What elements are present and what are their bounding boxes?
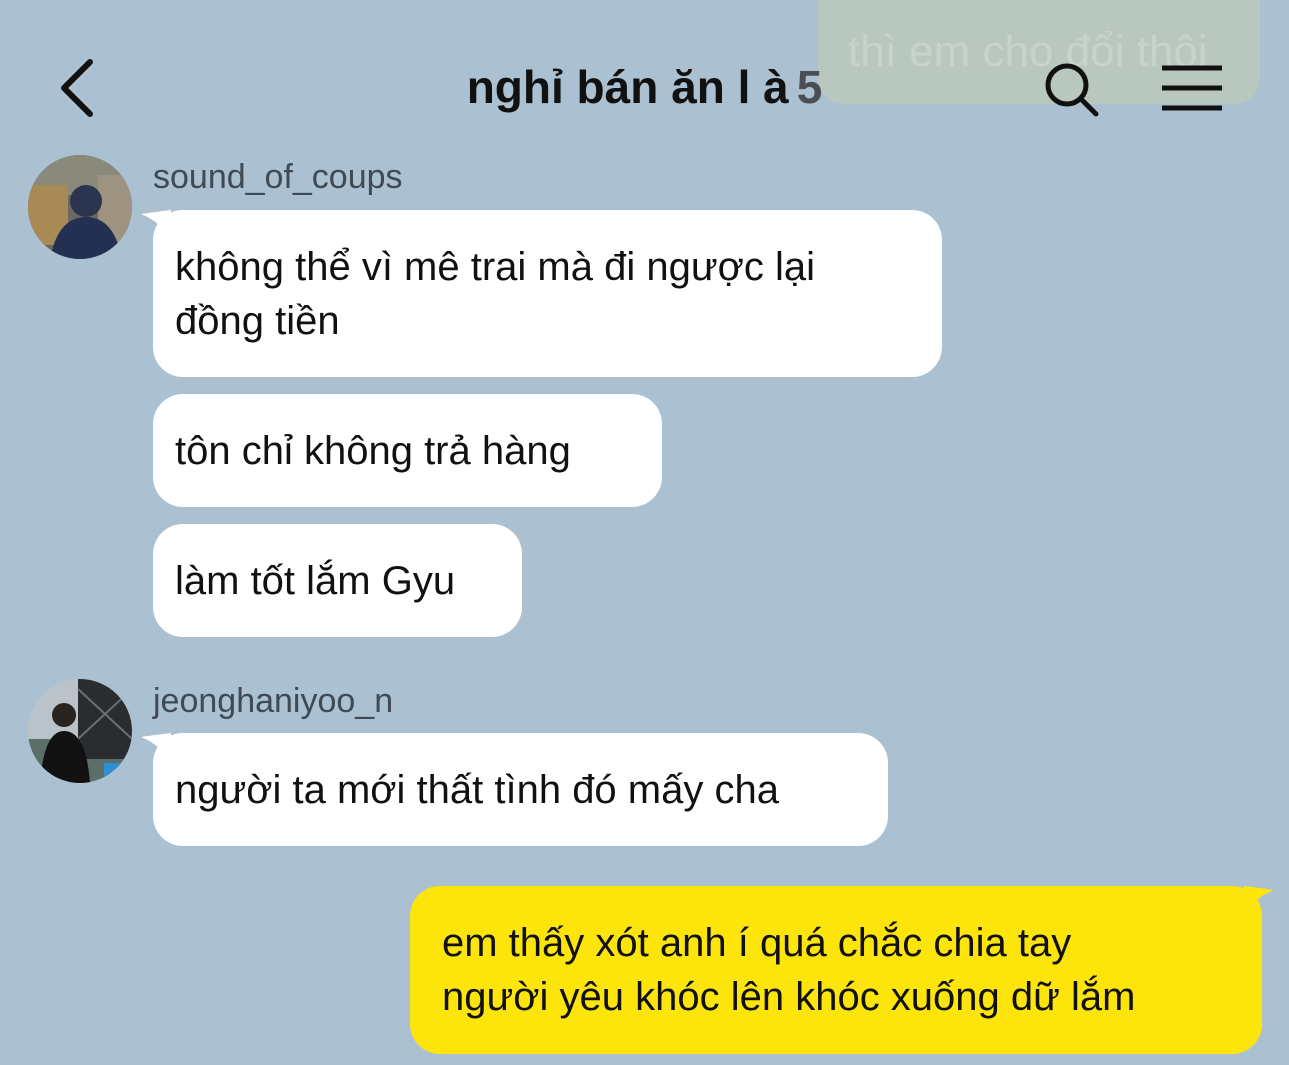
avatar[interactable] [28, 155, 132, 259]
avatar[interactable] [28, 679, 132, 783]
search-button[interactable] [1040, 58, 1104, 122]
message-line: đồng tiền [175, 299, 340, 343]
message-line: em thấy xót anh í quá chắc chia tay [442, 921, 1072, 965]
search-icon [1045, 63, 1099, 117]
message-bubble[interactable]: người ta mới thất tình đó mấy cha [141, 733, 888, 846]
chat-name: nghỉ bán ăn l à [466, 61, 789, 113]
bubble-tail [1244, 886, 1274, 916]
member-count: 5 [796, 61, 823, 113]
message-text: người ta mới thất tình đó mấy cha [175, 768, 779, 812]
message-line: không thể vì mê trai mà đi ngược lại [175, 245, 815, 289]
bubble-tail [141, 210, 171, 240]
sender-name: jeonghaniyoo_n [153, 682, 394, 720]
menu-button[interactable] [1158, 60, 1228, 116]
message-text: tôn chỉ không trả hàng [175, 429, 571, 473]
avatar-photo [28, 155, 132, 259]
my-message-bubble[interactable]: em thấy xót anh í quá chắc chia tay ngườ… [410, 886, 1274, 1054]
hamburger-menu-icon [1162, 65, 1222, 111]
message-bubble[interactable]: tôn chỉ không trả hàng [153, 394, 662, 507]
bubble-tail [141, 733, 171, 763]
chat-header: nghỉ bán ăn l à5 [0, 0, 1289, 150]
message-bubble[interactable]: làm tốt lắm Gyu [153, 524, 522, 637]
message-text: làm tốt lắm Gyu [175, 559, 456, 603]
message-line: người yêu khóc lên khóc xuống dữ lắm [442, 975, 1136, 1019]
message-bubble[interactable]: không thể vì mê trai mà đi ngược lại đồn… [141, 210, 942, 377]
avatar-photo [28, 679, 132, 783]
sender-name: sound_of_coups [153, 158, 403, 196]
